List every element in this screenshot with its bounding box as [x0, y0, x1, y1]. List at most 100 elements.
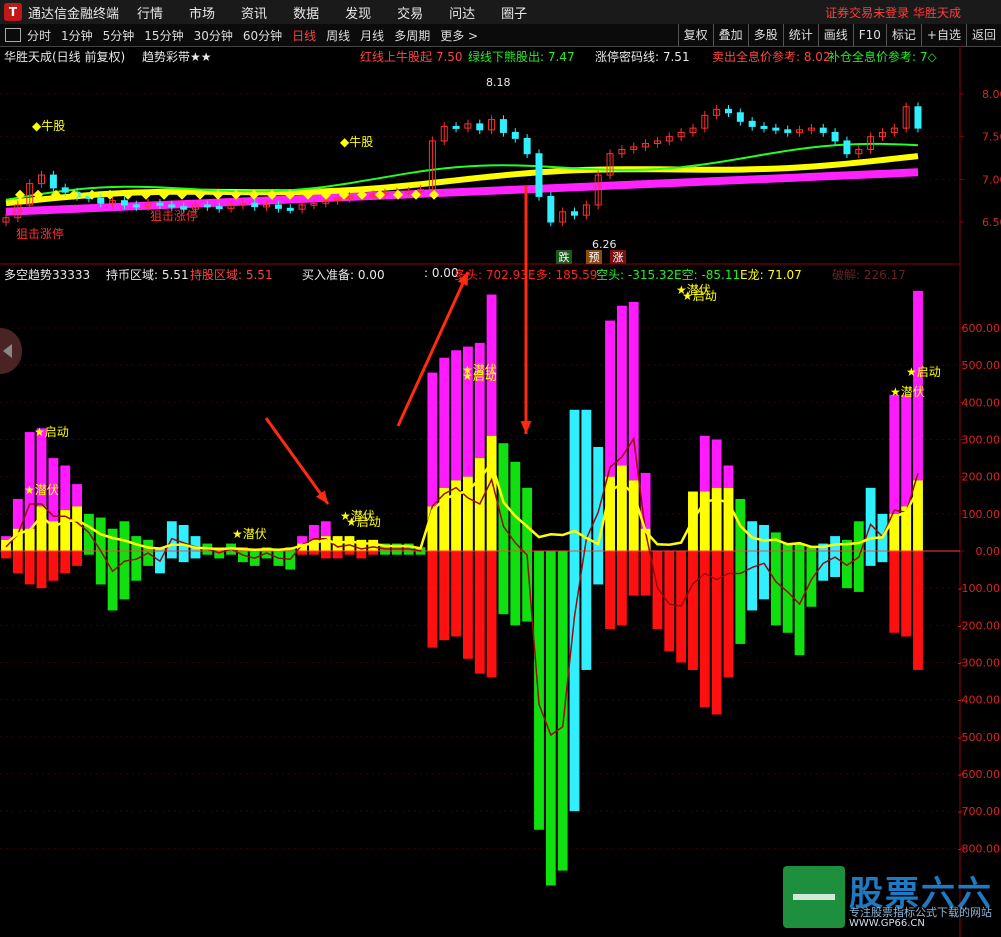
bull-label: ◆牛股 — [32, 118, 65, 133]
indicator-tick-label: -600.00 — [958, 768, 1000, 781]
indicator-bar-down — [759, 551, 769, 600]
tool-button-2[interactable]: 多股 — [747, 24, 783, 46]
indicator-bar-down — [735, 551, 746, 644]
indicator-bar-short — [332, 551, 343, 559]
candlestick — [97, 197, 105, 204]
tool-button-1[interactable]: 叠加 — [712, 24, 748, 46]
app-title: 通达信金融终端 — [28, 6, 120, 22]
period-tab-9[interactable]: 多周期 — [394, 27, 430, 44]
tool-button-8[interactable]: 返回 — [965, 24, 1001, 46]
menu-3[interactable]: 数据 — [293, 3, 319, 22]
chart-tools: 复权 叠加 多股 统计 画线 F10 标记 +自选 返回 — [677, 24, 1001, 46]
indicator-bar-short — [605, 551, 615, 630]
period-tab-6[interactable]: 日线 — [292, 27, 316, 44]
menu-5[interactable]: 交易 — [397, 3, 423, 22]
candlestick — [251, 202, 259, 208]
indicator-bar-up — [391, 543, 402, 551]
tool-button-6[interactable]: 标记 — [885, 24, 921, 46]
reserve-value: 破解: 226.17 — [832, 268, 906, 282]
indicator-bar-long — [605, 320, 615, 477]
indicator-bar-short — [664, 551, 675, 652]
tool-button-4[interactable]: 画线 — [817, 24, 853, 46]
chart-area[interactable]: 8.00 7.50 7.00 6.50 600.00 500.00 400.00 300.00… — [0, 46, 1001, 937]
candlestick — [547, 195, 555, 223]
candlestick — [819, 127, 827, 133]
indicator-bar-short — [48, 551, 59, 581]
indicator-bar-short — [688, 551, 698, 670]
menu-4[interactable]: 发现 — [345, 3, 371, 22]
high-price-label: 8.18 — [486, 76, 511, 89]
candlestick — [511, 131, 519, 139]
indicator-tick-label: 500.00 — [962, 359, 1001, 372]
menu-7[interactable]: 圈子 — [501, 3, 527, 22]
menu-6[interactable]: 问达 — [449, 3, 475, 22]
tool-button-7[interactable]: +自选 — [920, 24, 966, 46]
menu-2[interactable]: 资讯 — [241, 3, 267, 22]
tool-button-3[interactable]: 统计 — [782, 24, 818, 46]
candlestick — [843, 140, 851, 155]
signal-label-start: ★启动 — [462, 369, 497, 383]
period-tab-2[interactable]: 5分钟 — [103, 27, 135, 44]
indicator-tick-label: 200.00 — [962, 471, 1001, 484]
indicator-bar-long — [72, 484, 82, 507]
indicator-bar-long — [427, 372, 438, 507]
indicator-bar-short — [60, 551, 71, 574]
candlestick — [203, 204, 211, 208]
period-tab-10[interactable]: 更多 > — [440, 27, 478, 44]
indicator-bar-down — [498, 551, 509, 615]
period-tab-1[interactable]: 1分钟 — [61, 27, 93, 44]
indicator-bar-down — [534, 551, 544, 830]
tool-button-5[interactable]: F10 — [852, 24, 886, 46]
indicator-bar-short — [901, 551, 912, 637]
candlestick — [61, 187, 69, 193]
period-tab-3[interactable]: 15分钟 — [144, 27, 183, 44]
tool-button-0[interactable]: 复权 — [677, 24, 713, 46]
indicator-bar-down — [131, 551, 142, 581]
period-tab-4[interactable]: 30分钟 — [194, 27, 233, 44]
indicator-tick-label: 600.00 — [962, 322, 1001, 335]
indicator-tick-label: 0.00 — [976, 545, 1001, 558]
indicator-tick-label: 100.00 — [962, 508, 1001, 521]
login-status[interactable]: 证券交易未登录 华胜天成 — [825, 4, 961, 21]
annotation-arrowhead — [520, 421, 532, 434]
rise-badge-text: 涨 — [613, 251, 624, 264]
indicator-tick-label: -400.00 — [958, 694, 1000, 707]
period-tab-8[interactable]: 月线 — [360, 27, 384, 44]
menu-0[interactable]: 行情 — [137, 3, 163, 22]
indicator-bar-down — [178, 551, 189, 563]
candlestick — [49, 174, 57, 189]
indicator-bar-short — [344, 551, 355, 555]
indicator-bar-up — [522, 487, 533, 551]
menu-1[interactable]: 市场 — [189, 3, 215, 22]
candlestick — [286, 207, 294, 211]
app-logo-icon: T — [4, 3, 22, 21]
fall-badge-text: 跌 — [559, 250, 570, 264]
indicator-bar-down — [865, 551, 876, 566]
indicator-bar-short — [711, 551, 722, 715]
indicator-bar-long — [889, 394, 900, 514]
indicator2-title[interactable]: 多空趋势33333 — [4, 266, 90, 283]
bull-label: ◆牛股 — [340, 134, 373, 149]
period-tab-5[interactable]: 60分钟 — [243, 27, 282, 44]
indicator-tick-label: -800.00 — [958, 842, 1000, 855]
indicator-bar-long — [451, 350, 461, 481]
indicator-bar-short — [474, 551, 485, 674]
signal-label-start: ★启动 — [682, 289, 717, 303]
indicator-bar-long — [699, 435, 710, 492]
panel-toggle-icon[interactable] — [5, 28, 21, 42]
menu-bar: T 通达信金融终端 行情 市场 资讯 数据 发现 交易 问达 圈子 证券交易未登录 华胜天成 — [0, 0, 1001, 25]
candlestick — [535, 153, 543, 197]
signal-label-start: ★启动 — [346, 515, 381, 529]
indicator-bar-down — [830, 551, 841, 578]
price-tick-label: 8.00 — [982, 88, 1001, 101]
indicator-bar-short — [356, 551, 367, 559]
period-toolbar: 分时 1分钟 5分钟 15分钟 30分钟 60分钟 日线 周线 月线 多周期 更多 > 复权 叠加 多股… — [0, 24, 1001, 47]
indicator-bar-down — [581, 551, 592, 670]
period-tab-7[interactable]: 周线 — [326, 27, 350, 44]
annotation-arrow — [264, 417, 330, 505]
indicator-bar-short — [24, 551, 35, 585]
short-value: 空头: -315.32 — [596, 268, 675, 282]
indicator-bar-short — [427, 551, 438, 648]
period-tab-0[interactable]: 分时 — [27, 27, 51, 44]
indicator-tick-label: -700.00 — [958, 805, 1000, 818]
